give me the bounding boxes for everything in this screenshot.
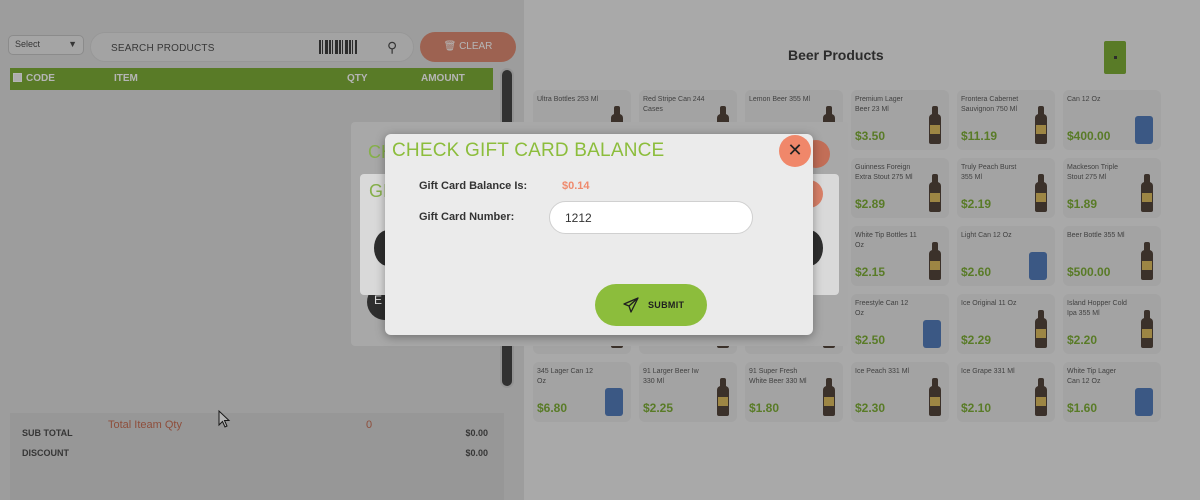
balance-value: $0.14 bbox=[562, 180, 590, 192]
close-icon[interactable]: ✕ bbox=[779, 135, 811, 167]
background-letter: E bbox=[374, 293, 383, 307]
paper-plane-icon bbox=[623, 297, 639, 313]
modal-title: CHECK GIFT CARD BALANCE bbox=[392, 140, 665, 161]
card-number-field[interactable] bbox=[549, 201, 753, 234]
balance-label: Gift Card Balance Is: bbox=[419, 180, 528, 192]
card-number-label: Gift Card Number: bbox=[419, 211, 515, 223]
submit-button[interactable]: SUBMIT bbox=[595, 284, 707, 326]
submit-label: SUBMIT bbox=[648, 300, 685, 310]
pos-app: Select ▼ SEARCH PRODUCTS ⚲ 🗑 CLEAR CODE … bbox=[0, 0, 1200, 500]
gift-card-balance-modal: CHECK GIFT CARD BALANCE ✕ Gift Card Bala… bbox=[385, 134, 813, 335]
